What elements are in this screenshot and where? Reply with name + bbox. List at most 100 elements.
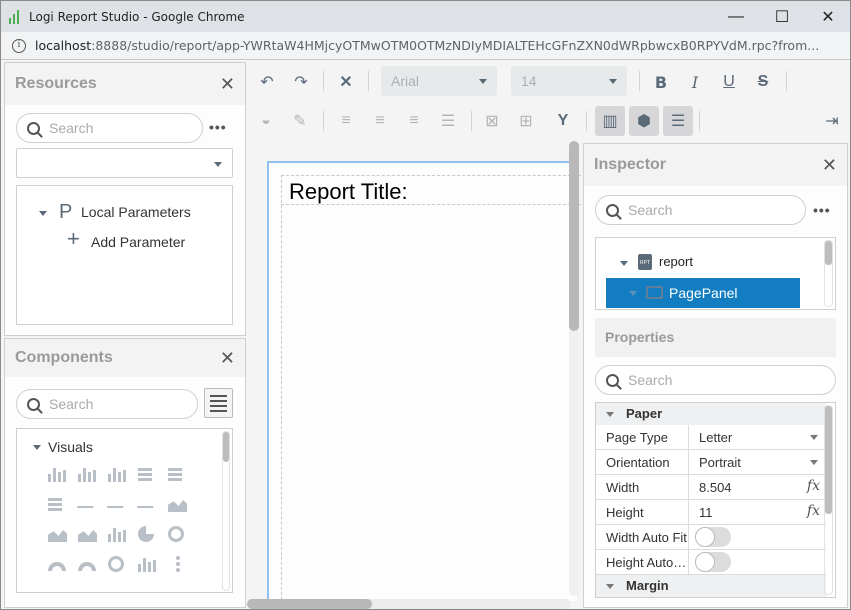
report-file-icon: RPT — [638, 254, 652, 270]
expand-icon[interactable] — [39, 211, 47, 216]
font-size-select[interactable]: 14 — [511, 66, 627, 96]
ring-icon[interactable] — [108, 556, 128, 574]
info-icon[interactable]: i — [12, 38, 26, 53]
property-value[interactable]: Letter — [699, 430, 732, 445]
height-auto-toggle[interactable] — [695, 552, 731, 572]
page-body[interactable] — [281, 175, 581, 605]
inspector-search-input[interactable] — [628, 202, 748, 218]
tree-item-report[interactable]: report — [659, 254, 693, 269]
close-components-icon[interactable]: ✕ — [220, 348, 235, 369]
line-range-icon[interactable] — [136, 496, 158, 514]
stacked-area-icon[interactable] — [48, 526, 68, 544]
resources-search[interactable] — [16, 113, 203, 143]
merge-cells-icon[interactable]: ⊠ — [481, 110, 503, 132]
stacked-column-icon[interactable] — [78, 466, 98, 484]
chevron-down-icon[interactable] — [810, 435, 818, 440]
list-icon[interactable]: ☰ — [663, 106, 693, 136]
components-scrollbar[interactable] — [222, 431, 230, 591]
add-parameter-link[interactable]: Add Parameter — [91, 234, 185, 250]
fill-color-icon[interactable]: ◒ — [255, 110, 277, 132]
bullet-icon[interactable] — [138, 556, 158, 574]
components-search[interactable] — [16, 389, 198, 419]
list-view-button[interactable] — [204, 388, 233, 418]
align-center-icon[interactable]: ≡ — [369, 110, 391, 132]
width-auto-fittoggle[interactable] — [695, 527, 731, 547]
column-chart-icon[interactable] — [48, 466, 68, 484]
components-search-input[interactable] — [49, 396, 169, 412]
justify-icon[interactable]: ☰ — [437, 110, 459, 132]
url-text[interactable]: localhost:8888/studio/report/app-YWRtaW4… — [35, 38, 819, 53]
delete-icon[interactable]: ✕ — [335, 71, 357, 93]
exit-icon[interactable]: ⇥ — [821, 110, 843, 132]
combo-chart-icon[interactable] — [108, 526, 128, 544]
section-margin[interactable]: Margin — [596, 575, 826, 597]
tree-item-local-parameters[interactable]: Local Parameters — [81, 204, 191, 220]
close-inspector-icon[interactable]: ✕ — [822, 155, 837, 176]
align-right-icon[interactable]: ≡ — [403, 110, 425, 132]
inspector-search[interactable] — [595, 195, 806, 225]
tree-scrollbar[interactable] — [824, 240, 833, 307]
gauge-icon[interactable] — [78, 556, 98, 574]
tree-item-pagepanel[interactable]: PagePanel — [606, 278, 800, 308]
redo-icon[interactable]: ↷ — [290, 71, 312, 93]
category-visuals[interactable]: Visuals — [48, 439, 93, 455]
pie-chart-icon[interactable] — [138, 526, 158, 544]
cube-icon[interactable]: ⬢ — [629, 106, 659, 136]
expand-icon[interactable] — [33, 445, 41, 450]
expand-icon[interactable] — [629, 291, 637, 296]
italic-button[interactable]: I — [684, 71, 706, 93]
title-band[interactable]: Report Title: — [281, 175, 581, 205]
toolbar-divider — [786, 71, 787, 91]
report-title-label[interactable]: Report Title: — [289, 179, 408, 205]
strikethrough-button[interactable]: S — [752, 71, 774, 93]
percent-area-icon[interactable] — [78, 526, 98, 544]
half-gauge-icon[interactable] — [48, 556, 68, 574]
percent-column-icon[interactable] — [108, 466, 128, 484]
address-bar[interactable]: i localhost:8888/studio/report/app-YWRta… — [1, 32, 850, 60]
fx-icon[interactable]: fx — [807, 478, 820, 494]
report-page[interactable]: Report Title: — [267, 161, 581, 605]
resources-title: Resources — [15, 75, 97, 92]
property-value[interactable]: 8.504 — [699, 480, 732, 495]
donut-chart-icon[interactable] — [168, 526, 188, 544]
chevron-down-icon[interactable] — [810, 460, 818, 465]
resources-search-input[interactable] — [49, 120, 169, 136]
multi-line-icon[interactable] — [106, 496, 128, 514]
branch-icon[interactable]: Y — [552, 110, 574, 132]
columns-view-button[interactable]: ▥ — [595, 106, 625, 136]
undo-icon[interactable]: ↶ — [256, 71, 278, 93]
bar-chart-icon[interactable] — [138, 466, 158, 484]
property-value[interactable]: 11 — [699, 505, 713, 520]
bold-button[interactable]: B — [650, 71, 672, 93]
inspector-tree: RPT report PagePanel — [595, 237, 836, 310]
fx-icon[interactable]: fx — [807, 503, 820, 519]
resources-dropdown[interactable] — [16, 148, 233, 178]
properties-search-input[interactable] — [628, 372, 748, 388]
line-chart-icon[interactable] — [76, 496, 98, 514]
area-chart-icon[interactable] — [168, 496, 188, 514]
align-left-icon[interactable]: ≡ — [335, 110, 357, 132]
more-icon[interactable]: ••• — [209, 119, 227, 135]
section-paper[interactable]: Paper — [596, 403, 826, 425]
property-label: Width Auto Fit — [606, 530, 687, 545]
font-family-select[interactable]: Arial — [381, 66, 497, 96]
close-window-button[interactable]: ✕ — [805, 1, 851, 32]
dot-plot-icon[interactable] — [168, 556, 188, 574]
minimize-button[interactable]: — — [713, 1, 759, 32]
properties-search[interactable] — [595, 365, 836, 395]
properties-scrollbar[interactable] — [824, 405, 833, 595]
expand-icon[interactable] — [620, 261, 628, 266]
canvas-vscroll[interactable] — [569, 141, 579, 596]
search-icon — [606, 203, 619, 217]
stacked-bar-icon[interactable] — [168, 466, 188, 484]
more-icon[interactable]: ••• — [813, 202, 831, 218]
maximize-button[interactable]: ☐ — [759, 1, 805, 32]
percent-bar-icon[interactable] — [48, 496, 68, 514]
close-resources-icon[interactable]: ✕ — [220, 74, 235, 95]
property-value[interactable]: Portrait — [699, 455, 741, 470]
canvas-hscroll[interactable] — [247, 599, 571, 609]
underline-button[interactable]: U — [718, 71, 740, 93]
toolbar-divider — [471, 111, 472, 131]
split-cells-icon[interactable]: ⊞ — [515, 110, 537, 132]
highlight-icon[interactable]: ✎ — [289, 110, 311, 132]
